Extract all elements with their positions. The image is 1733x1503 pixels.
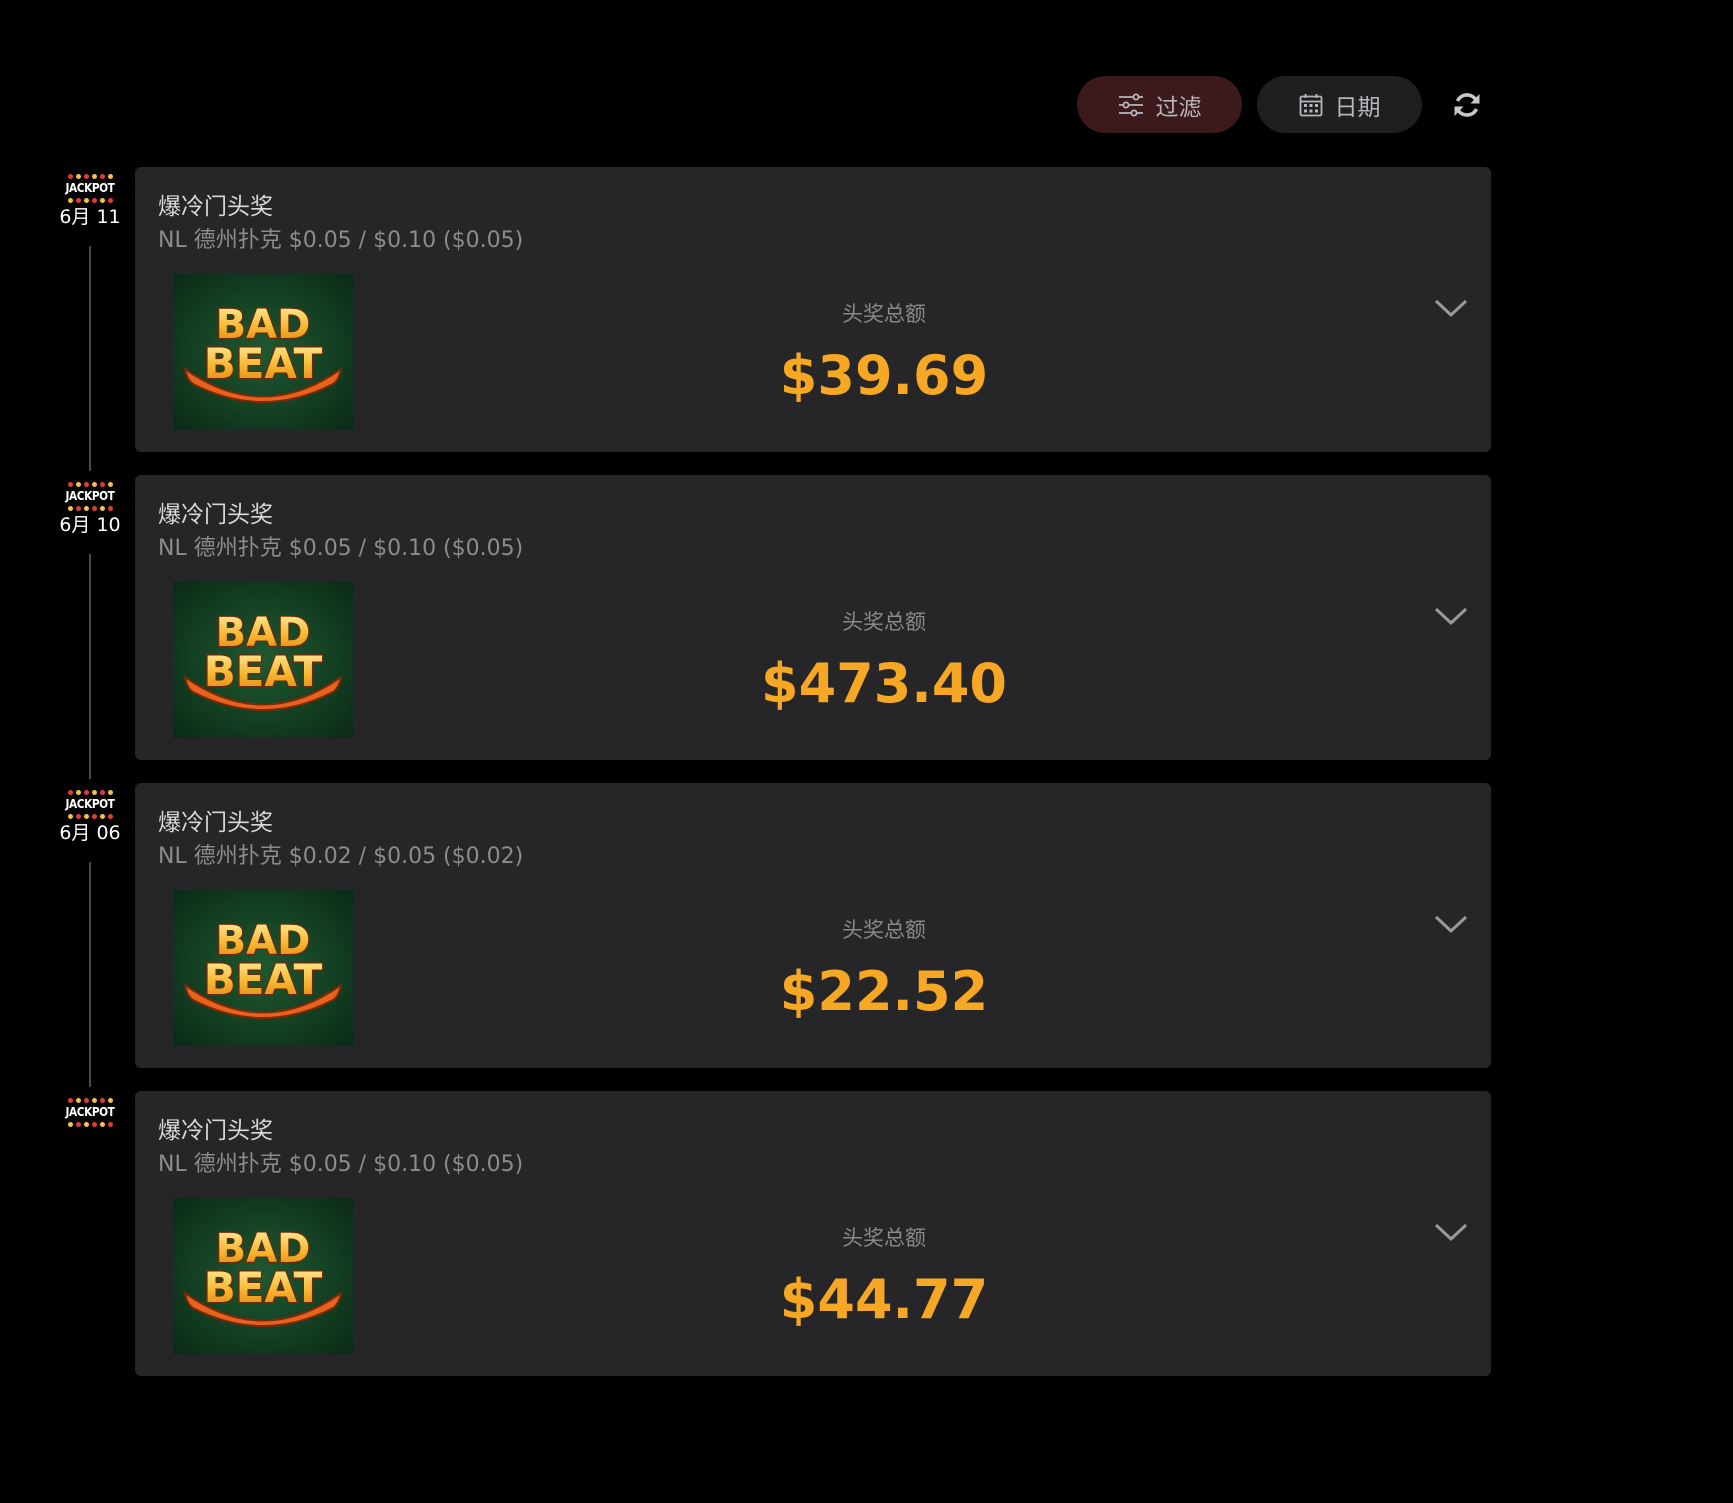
refresh-icon bbox=[1454, 92, 1480, 117]
jackpot-logo: JACKPOT bbox=[60, 789, 120, 819]
jackpot-card: 爆冷门头奖 NL 德州扑克 $0.05 / $0.10 ($0.05) BAD … bbox=[135, 167, 1491, 452]
jackpot-total-amount: $39.69 bbox=[779, 344, 989, 407]
date-button-label: 日期 bbox=[1334, 94, 1381, 121]
date-button[interactable]: 日期 bbox=[1257, 76, 1422, 133]
bad-beat-thumbnail: BAD BEAT bbox=[173, 1198, 353, 1354]
jackpot-logo: JACKPOT bbox=[60, 481, 120, 511]
toolbar: 过滤 日期 bbox=[1077, 76, 1487, 133]
timeline-marker: JACKPOT 6月 11 bbox=[54, 173, 126, 229]
jackpot-title: 爆冷门头奖 bbox=[158, 810, 273, 836]
expand-button[interactable] bbox=[1431, 1217, 1471, 1247]
expand-button[interactable] bbox=[1431, 601, 1471, 631]
jackpot-total-label: 头奖总额 bbox=[842, 1226, 926, 1250]
game-stakes: NL 德州扑克 $0.05 / $0.10 ($0.05) bbox=[158, 1152, 524, 1177]
timeline-line bbox=[89, 246, 91, 471]
jackpot-total-amount: $22.52 bbox=[779, 960, 989, 1023]
jackpot-card: 爆冷门头奖 NL 德州扑克 $0.05 / $0.10 ($0.05) BAD … bbox=[135, 475, 1491, 760]
bad-beat-thumbnail: BAD BEAT bbox=[173, 274, 353, 430]
jackpot-logo: JACKPOT bbox=[60, 173, 120, 203]
bad-beat-thumbnail: BAD BEAT bbox=[173, 582, 353, 738]
timeline-line bbox=[89, 862, 91, 1087]
jackpot-card: 爆冷门头奖 NL 德州扑克 $0.05 / $0.10 ($0.05) BAD … bbox=[135, 1091, 1491, 1376]
jackpot-title: 爆冷门头奖 bbox=[158, 502, 273, 528]
entry-date: 6月 11 bbox=[59, 206, 121, 228]
timeline-marker: JACKPOT 6月 06 bbox=[54, 789, 126, 845]
calendar-icon bbox=[1299, 93, 1322, 116]
svg-text:BEAT: BEAT bbox=[204, 955, 323, 1004]
jackpot-total-amount: $473.40 bbox=[761, 652, 1007, 715]
timeline-line bbox=[89, 554, 91, 779]
chevron-down-icon bbox=[1434, 1223, 1468, 1242]
entry-date: 6月 06 bbox=[59, 822, 121, 844]
jackpot-logo: JACKPOT bbox=[60, 1097, 120, 1127]
svg-text:BEAT: BEAT bbox=[204, 339, 323, 388]
game-stakes: NL 德州扑克 $0.05 / $0.10 ($0.05) bbox=[158, 536, 524, 561]
game-stakes: NL 德州扑克 $0.05 / $0.10 ($0.05) bbox=[158, 228, 524, 253]
timeline-marker: JACKPOT 6月 10 bbox=[54, 481, 126, 537]
chevron-down-icon bbox=[1434, 607, 1468, 626]
expand-button[interactable] bbox=[1431, 909, 1471, 939]
jackpot-title: 爆冷门头奖 bbox=[158, 194, 273, 220]
filter-button-label: 过滤 bbox=[1155, 94, 1202, 121]
chevron-down-icon bbox=[1434, 299, 1468, 318]
jackpot-total-amount: $44.77 bbox=[779, 1268, 989, 1331]
filter-button[interactable]: 过滤 bbox=[1077, 76, 1242, 133]
expand-button[interactable] bbox=[1431, 293, 1471, 323]
jackpot-total-label: 头奖总额 bbox=[842, 918, 926, 942]
jackpot-history-page: 过滤 日期 JACKPOT 6月 11 爆冷门头奖 NL 德州扑克 $0.05 … bbox=[0, 0, 1733, 1503]
sliders-icon bbox=[1118, 93, 1143, 116]
jackpot-total-label: 头奖总额 bbox=[842, 610, 926, 634]
entry-date: 6月 10 bbox=[59, 514, 121, 536]
svg-text:BEAT: BEAT bbox=[204, 647, 323, 696]
chevron-down-icon bbox=[1434, 915, 1468, 934]
refresh-button[interactable] bbox=[1447, 85, 1487, 125]
bad-beat-thumbnail: BAD BEAT bbox=[173, 890, 353, 1046]
jackpot-title: 爆冷门头奖 bbox=[158, 1118, 273, 1144]
svg-text:BEAT: BEAT bbox=[204, 1263, 323, 1312]
game-stakes: NL 德州扑克 $0.02 / $0.05 ($0.02) bbox=[158, 844, 524, 869]
jackpot-total-label: 头奖总额 bbox=[842, 302, 926, 326]
timeline-marker: JACKPOT bbox=[54, 1097, 126, 1129]
jackpot-card: 爆冷门头奖 NL 德州扑克 $0.02 / $0.05 ($0.02) BAD … bbox=[135, 783, 1491, 1068]
